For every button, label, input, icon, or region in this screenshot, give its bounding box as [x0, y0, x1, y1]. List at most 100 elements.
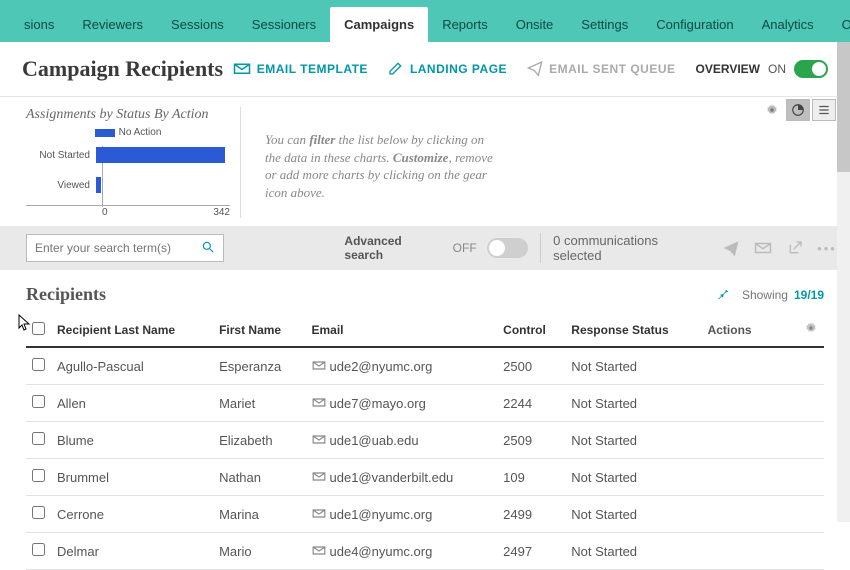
- nav-tab[interactable]: Sessioners: [238, 7, 330, 42]
- cell-email[interactable]: ude1@nyumc.org: [306, 496, 498, 533]
- col-response-status[interactable]: Response Status: [565, 313, 701, 347]
- cell-actions: [702, 496, 792, 533]
- overview-state: ON: [768, 62, 786, 76]
- cell-first-name: Marina: [213, 496, 305, 533]
- cell-control: 109: [497, 459, 565, 496]
- cell-response: Not Started: [565, 533, 701, 570]
- cell-last-name: Allen: [51, 385, 213, 422]
- bar-fill[interactable]: [96, 177, 101, 193]
- selection-actions: 0 communications selected •••: [553, 233, 836, 263]
- cell-actions: [702, 347, 792, 385]
- nav-tab[interactable]: Onsite: [502, 7, 568, 42]
- more-icon[interactable]: •••: [818, 239, 836, 257]
- cell-first-name: Mariet: [213, 385, 305, 422]
- external-link-icon[interactable]: [786, 239, 804, 257]
- col-email[interactable]: Email: [306, 313, 498, 347]
- email-template-link[interactable]: EMAIL TEMPLATE: [233, 61, 368, 78]
- email-sent-queue-link[interactable]: EMAIL SENT QUEUE: [527, 60, 675, 79]
- nav-tab[interactable]: sions: [10, 7, 68, 42]
- cell-response: Not Started: [565, 496, 701, 533]
- cell-actions: [702, 385, 792, 422]
- search-icon[interactable]: [201, 240, 215, 257]
- cell-first-name: Nathan: [213, 459, 305, 496]
- legend-swatch: [95, 129, 115, 137]
- scrollbar[interactable]: [837, 42, 850, 522]
- bar-label: Viewed: [26, 180, 96, 191]
- table-row[interactable]: DelmarMarioude4@nyumc.org2497Not Started: [26, 533, 824, 570]
- envelope-icon: [312, 544, 326, 559]
- table-row[interactable]: BlumeElizabethude1@uab.edu2509Not Starte…: [26, 422, 824, 459]
- gear-icon[interactable]: [760, 99, 784, 121]
- table-row[interactable]: AllenMarietude7@mayo.org2244Not Started: [26, 385, 824, 422]
- cell-last-name: Cerrone: [51, 496, 213, 533]
- col-control[interactable]: Control: [497, 313, 565, 347]
- overview-toggle-group: OVERVIEW ON: [696, 60, 828, 78]
- selection-count: 0 communications selected: [553, 233, 708, 263]
- cell-email[interactable]: ude1@vanderbilt.edu: [306, 459, 498, 496]
- table-settings-icon[interactable]: [804, 324, 818, 338]
- chart-bars: Not Started Viewed: [26, 140, 230, 204]
- nav-tab[interactable]: Reports: [428, 7, 502, 42]
- pin-icon[interactable]: [716, 286, 730, 303]
- nav-tab[interactable]: Operation: [828, 7, 850, 42]
- overview-toggle[interactable]: [794, 60, 828, 78]
- cell-last-name: Brummel: [51, 459, 213, 496]
- table-row[interactable]: BrummelNathanude1@vanderbilt.edu109Not S…: [26, 459, 824, 496]
- cell-email[interactable]: ude4@nyumc.org: [306, 533, 498, 570]
- link-label: LANDING PAGE: [410, 62, 507, 76]
- nav-tab[interactable]: Reviewers: [68, 7, 157, 42]
- cell-actions: [702, 422, 792, 459]
- link-label: EMAIL TEMPLATE: [257, 62, 368, 76]
- chart-legend: No Action: [26, 127, 230, 138]
- list-icon[interactable]: [812, 99, 836, 121]
- table-row[interactable]: CerroneMarinaude1@nyumc.org2499Not Start…: [26, 496, 824, 533]
- nav-tab[interactable]: Settings: [567, 7, 642, 42]
- cell-email[interactable]: ude2@nyumc.org: [306, 347, 498, 385]
- assignments-chart[interactable]: Assignments by Status By Action No Actio…: [26, 107, 241, 218]
- nav-tab[interactable]: Sessions: [157, 7, 238, 42]
- select-all-checkbox[interactable]: [32, 322, 45, 335]
- cell-actions: [702, 533, 792, 570]
- nav-tab[interactable]: Analytics: [748, 7, 828, 42]
- search-box[interactable]: [26, 234, 224, 262]
- help-text-bold: Customize: [393, 150, 449, 165]
- cell-email[interactable]: ude7@mayo.org: [306, 385, 498, 422]
- envelope-icon: [312, 359, 326, 374]
- col-first-name[interactable]: First Name: [213, 313, 305, 347]
- cell-actions: [702, 459, 792, 496]
- col-last-name[interactable]: Recipient Last Name: [51, 313, 213, 347]
- bar-label: Not Started: [26, 150, 96, 161]
- row-checkbox[interactable]: [32, 543, 45, 556]
- bar-fill[interactable]: [96, 147, 225, 163]
- section-title: Recipients: [26, 284, 106, 305]
- cell-first-name: Esperanza: [213, 347, 305, 385]
- scrollbar-thumb[interactable]: [837, 42, 850, 172]
- nav-tab[interactable]: Configuration: [642, 7, 747, 42]
- cell-last-name: Agullo-Pascual: [51, 347, 213, 385]
- envelope-icon[interactable]: [754, 239, 772, 257]
- cell-response: Not Started: [565, 459, 701, 496]
- row-checkbox[interactable]: [32, 395, 45, 408]
- showing-number: 19/19: [794, 288, 824, 302]
- advanced-search-toggle[interactable]: [487, 238, 529, 258]
- cell-email[interactable]: ude1@uab.edu: [306, 422, 498, 459]
- legend-label: No Action: [119, 127, 162, 138]
- send-icon[interactable]: [722, 239, 740, 257]
- chart-tools: [760, 99, 836, 121]
- row-checkbox[interactable]: [32, 469, 45, 482]
- row-checkbox[interactable]: [32, 506, 45, 519]
- col-actions: Actions: [702, 313, 792, 347]
- envelope-icon: [312, 470, 326, 485]
- pie-chart-icon[interactable]: [786, 99, 810, 121]
- filter-bar: Advanced search OFF 0 communications sel…: [0, 226, 850, 270]
- table-row[interactable]: Agullo-PascualEsperanzaude2@nyumc.org250…: [26, 347, 824, 385]
- row-checkbox[interactable]: [32, 432, 45, 445]
- envelope-icon: [312, 396, 326, 411]
- search-input[interactable]: [35, 241, 201, 255]
- paper-plane-icon: [527, 60, 543, 79]
- row-checkbox[interactable]: [32, 358, 45, 371]
- landing-page-link[interactable]: LANDING PAGE: [388, 60, 507, 79]
- chart-x-axis: 0 342: [26, 205, 230, 218]
- nav-tab-campaigns[interactable]: Campaigns: [330, 7, 428, 42]
- advanced-search-state: OFF: [453, 241, 477, 255]
